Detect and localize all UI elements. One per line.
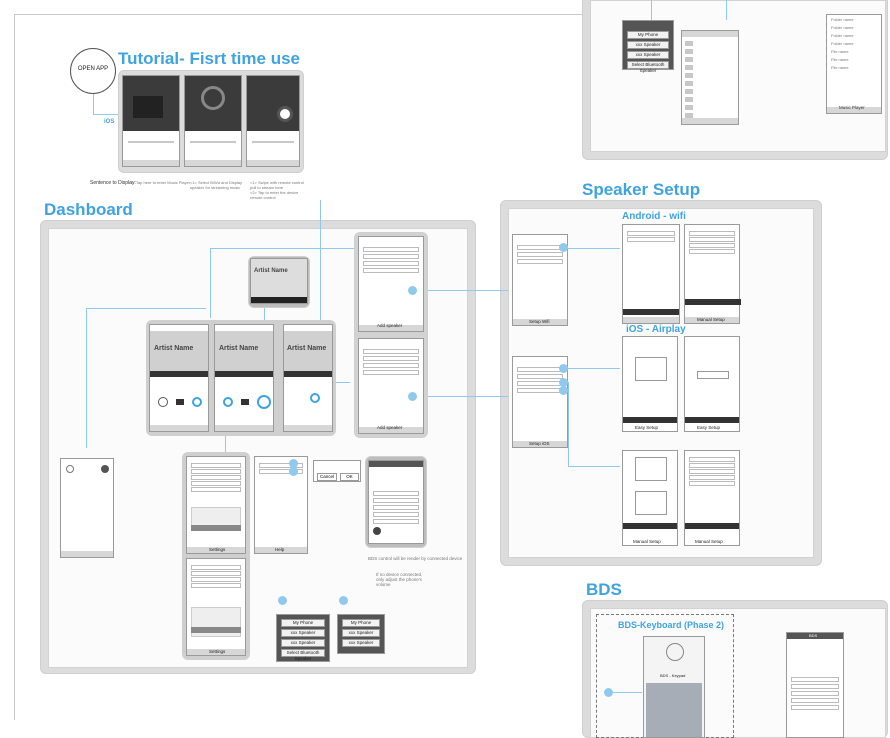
android-step-1 bbox=[622, 224, 680, 324]
ios-manual-setup-2: Manual Setup bbox=[684, 450, 740, 546]
ios-label: iOS bbox=[104, 119, 115, 125]
open-app-node: OPEN APP bbox=[70, 48, 116, 94]
tutorial-screen-1 bbox=[122, 75, 180, 167]
artist-name-2: Artist Name bbox=[219, 345, 259, 352]
settings-screen-2: Settings bbox=[186, 558, 246, 656]
menu1-bluetooth[interactable]: Select Bluetooth Speaker bbox=[281, 649, 325, 661]
tutorial-title: Tutorial- Fisrt time use bbox=[118, 49, 300, 68]
android-step-2: Manual Setup bbox=[684, 224, 741, 324]
bds-note: BDS control will be render by connected … bbox=[368, 556, 463, 561]
artist-name-mini: Artist Name bbox=[254, 268, 288, 274]
add-speaker-screen-2: Add speaker bbox=[358, 338, 424, 434]
tutorial-screen-2 bbox=[184, 75, 242, 167]
add-speaker-screen-1: Add speaker bbox=[358, 236, 424, 332]
cancel-button[interactable]: Cancel bbox=[317, 473, 337, 481]
tutorial-caption-2: <1> Select B/Wd and Display speaker for … bbox=[190, 180, 243, 190]
bds-mini-screen bbox=[368, 460, 424, 544]
my-phone-option[interactable]: My Phone bbox=[627, 31, 669, 39]
tutorial-screen-3 bbox=[246, 75, 300, 167]
menu2-my-phone[interactable]: My Phone bbox=[342, 619, 380, 627]
manual-setup-label-3[interactable]: Manual Setup bbox=[695, 539, 723, 544]
help-label[interactable]: Help bbox=[275, 547, 284, 552]
menu1-speaker-1[interactable]: xxx Speaker bbox=[281, 629, 325, 637]
speaker-menu-1: My Phone xxx Speaker xxx Speaker Select … bbox=[276, 614, 330, 662]
player-card-2: Artist Name bbox=[214, 324, 274, 432]
android-wifi-title: Android - wifi bbox=[622, 211, 686, 222]
bds-keyboard-title: BDS-Keyboard (Phase 2) bbox=[618, 620, 725, 630]
help-screen: Help bbox=[254, 456, 308, 554]
artist-name-3: Artist Name bbox=[287, 345, 327, 352]
settings-label-2[interactable]: Settings bbox=[209, 649, 225, 654]
ios-manual-setup-1: Manual Setup bbox=[622, 450, 678, 546]
ios-airplay-title: iOS - Airplay bbox=[626, 324, 686, 335]
ios-easy-setup-2: Easy Setup bbox=[684, 336, 740, 432]
bds-keyboard-screen: BDS - Keypad bbox=[643, 636, 705, 738]
bds-control-screen: BDS bbox=[786, 632, 844, 738]
speaker-menu-mockup: My Phone xxx Speaker xxx Speaker Select … bbox=[622, 20, 674, 73]
player-card-1: Artist Name bbox=[149, 324, 209, 432]
ios-easy-setup-1: Easy Setup bbox=[622, 336, 678, 432]
add-speaker-label-2[interactable]: Add speaker bbox=[377, 425, 402, 430]
speaker-option-2[interactable]: xxx Speaker bbox=[627, 51, 669, 59]
player-card-3: Artist Name bbox=[283, 324, 333, 432]
bds-header-label: BDS bbox=[809, 633, 818, 638]
playlist-mockup bbox=[681, 30, 739, 125]
bluetooth-option[interactable]: Select Bluetooth Speaker bbox=[627, 61, 669, 73]
speaker-menu-2: My Phone xxx Speaker xxx Speaker bbox=[337, 614, 385, 654]
setup-ios-label[interactable]: Setup iOS bbox=[529, 441, 550, 446]
menu2-speaker-2[interactable]: xxx Speaker bbox=[342, 639, 380, 647]
speaker-list-screen bbox=[60, 458, 114, 558]
bds-title: BDS bbox=[586, 580, 622, 599]
tutorial-caption-3: <1> Swipe with remote control pull to st… bbox=[250, 180, 304, 200]
artist-name-1: Artist Name bbox=[154, 345, 194, 352]
settings-screen-1: Settings bbox=[186, 456, 246, 554]
music-player-label: Music Player bbox=[839, 105, 865, 110]
easy-setup-label-2[interactable]: Easy Setup bbox=[697, 425, 720, 430]
manual-setup-label-1[interactable]: Manual Setup bbox=[697, 317, 725, 322]
menu2-speaker-1[interactable]: xxx Speaker bbox=[342, 629, 380, 637]
speaker-setup-title: Speaker Setup bbox=[582, 180, 701, 199]
tutorial-caption-1: <1> Tap here to enter Music Player bbox=[128, 180, 191, 185]
easy-setup-label-1[interactable]: Easy Setup bbox=[635, 425, 658, 430]
now-playing-mini: Artist Name bbox=[250, 258, 308, 304]
speaker-option-1[interactable]: xxx Speaker bbox=[627, 41, 669, 49]
setup-wifi-label[interactable]: Setup Wifi bbox=[529, 319, 550, 324]
bds-keypad-label: BDS - Keypad bbox=[660, 673, 686, 678]
open-app-label: OPEN APP bbox=[77, 66, 109, 72]
menu1-my-phone[interactable]: My Phone bbox=[281, 619, 325, 627]
add-speaker-label-1[interactable]: Add speaker bbox=[377, 323, 402, 328]
device-note: If no device connected, only adjust the … bbox=[376, 572, 423, 587]
menu1-speaker-2[interactable]: xxx Speaker bbox=[281, 639, 325, 647]
ok-button[interactable]: OK bbox=[340, 473, 359, 481]
confirm-dialog: Cancel OK bbox=[313, 460, 361, 482]
music-player-mockup: Folder name Folder name Folder name Fold… bbox=[826, 14, 882, 114]
settings-label-1[interactable]: Settings bbox=[209, 547, 225, 552]
manual-setup-label-2[interactable]: Manual Setup bbox=[633, 539, 661, 544]
dashboard-title: Dashboard bbox=[44, 200, 133, 219]
